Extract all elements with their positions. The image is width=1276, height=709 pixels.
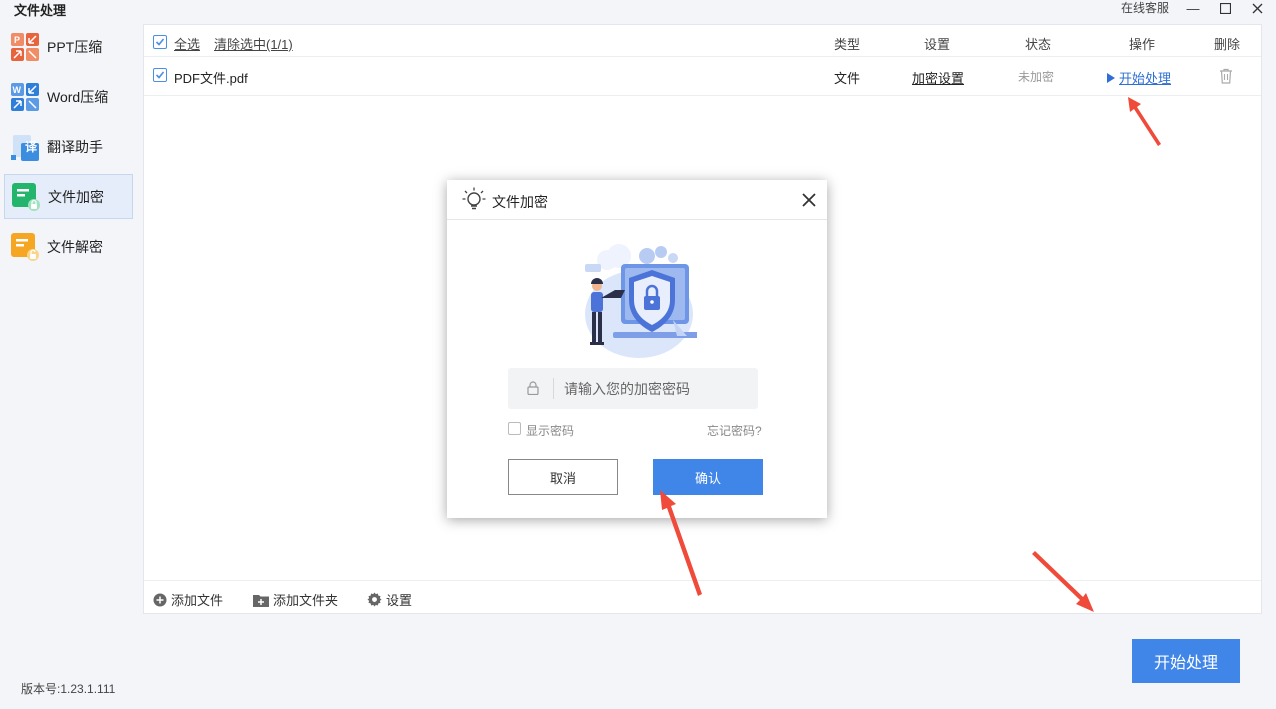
trash-icon[interactable] — [1219, 68, 1233, 87]
sidebar-item-label: 文件加密 — [48, 188, 104, 205]
settings-button[interactable]: 设置 — [367, 590, 412, 609]
add-folder-button[interactable]: 添加文件夹 — [253, 590, 338, 609]
settings-label: 设置 — [386, 593, 413, 608]
forgot-password-link[interactable]: 忘记密码? — [707, 422, 762, 439]
dialog-title: 文件加密 — [492, 194, 548, 210]
table-row: PDF文件.pdf 文件 加密设置 未加密 开始处理 — [144, 57, 1261, 96]
table-header: 全选 清除选中(1/1) 类型 设置 状态 操作 删除 — [144, 25, 1261, 57]
word-compress-icon: W — [11, 82, 39, 111]
maximize-icon[interactable] — [1216, 0, 1234, 16]
password-input[interactable] — [564, 368, 749, 409]
sidebar-item-word-compress[interactable]: W Word压缩 — [4, 74, 133, 119]
translate-glyph: 译 — [25, 140, 38, 154]
row-checkbox[interactable] — [153, 68, 167, 82]
svg-text:W: W — [13, 85, 22, 95]
add-file-button[interactable]: 添加文件 — [153, 590, 223, 609]
close-window-icon[interactable] — [1248, 0, 1266, 16]
list-footer-toolbar: 添加文件 添加文件夹 设置 — [144, 580, 1261, 614]
play-icon[interactable] — [1107, 71, 1115, 86]
sidebar-item-ppt-compress[interactable]: P PPT压缩 — [4, 24, 133, 69]
title-bar: 文件处理 在线客服 — — [0, 0, 1276, 18]
add-folder-icon — [253, 594, 269, 607]
password-field[interactable] — [508, 368, 758, 409]
version-label: 版本号:1.23.1.111 — [21, 682, 116, 696]
column-header-action: 操作 — [1129, 37, 1156, 52]
file-encrypt-icon — [12, 182, 40, 211]
sidebar-item-label: Word压缩 — [47, 88, 109, 105]
minimize-icon[interactable]: — — [1184, 0, 1202, 16]
security-illustration — [577, 240, 703, 363]
start-process-link[interactable]: 开始处理 — [1119, 68, 1171, 87]
online-service-link[interactable]: 在线客服 — [1121, 0, 1169, 16]
file-decrypt-icon — [11, 232, 39, 261]
sidebar-item-file-encrypt[interactable]: 文件加密 — [4, 174, 133, 219]
clear-selected-link[interactable]: 清除选中(1/1) — [214, 34, 293, 53]
add-circle-icon — [153, 593, 167, 606]
start-process-button[interactable]: 开始处理 — [1132, 639, 1240, 683]
confirm-button[interactable]: 确认 — [653, 459, 763, 495]
ppt-compress-icon: P — [11, 32, 39, 61]
sidebar-item-translate[interactable]: 译 翻译助手 — [4, 124, 133, 169]
select-all-checkbox[interactable] — [153, 35, 167, 49]
column-header-type: 类型 — [834, 37, 861, 52]
cancel-button[interactable]: 取消 — [508, 459, 618, 495]
show-password-checkbox[interactable] — [508, 422, 521, 435]
file-name: PDF文件.pdf — [174, 71, 248, 86]
column-header-delete: 删除 — [1214, 37, 1241, 52]
select-all-link[interactable]: 全选 — [174, 34, 200, 53]
show-password-label[interactable]: 显示密码 — [526, 422, 574, 439]
field-divider — [553, 378, 554, 399]
encrypt-dialog: 文件加密 显示密码 忘记密码? 取消 确认 — [447, 180, 827, 518]
lock-icon — [527, 381, 539, 398]
add-file-label: 添加文件 — [171, 593, 224, 608]
status-badge: 未加密 — [1018, 70, 1055, 84]
lightbulb-icon — [462, 187, 486, 214]
sidebar-item-file-decrypt[interactable]: 文件解密 — [4, 224, 133, 269]
sidebar-item-label: 翻译助手 — [47, 138, 103, 155]
column-header-settings: 设置 — [924, 37, 951, 52]
add-folder-label: 添加文件夹 — [273, 593, 339, 608]
file-type: 文件 — [834, 71, 861, 86]
svg-text:P: P — [14, 35, 20, 45]
column-header-status: 状态 — [1025, 37, 1052, 52]
dialog-header: 文件加密 — [447, 180, 827, 220]
sidebar-item-label: 文件解密 — [47, 238, 103, 255]
encrypt-settings-link[interactable]: 加密设置 — [912, 68, 964, 87]
gear-icon — [367, 592, 382, 607]
sidebar-item-label: PPT压缩 — [47, 38, 103, 55]
close-icon[interactable] — [802, 193, 816, 210]
app-title: 文件处理 — [14, 3, 67, 18]
